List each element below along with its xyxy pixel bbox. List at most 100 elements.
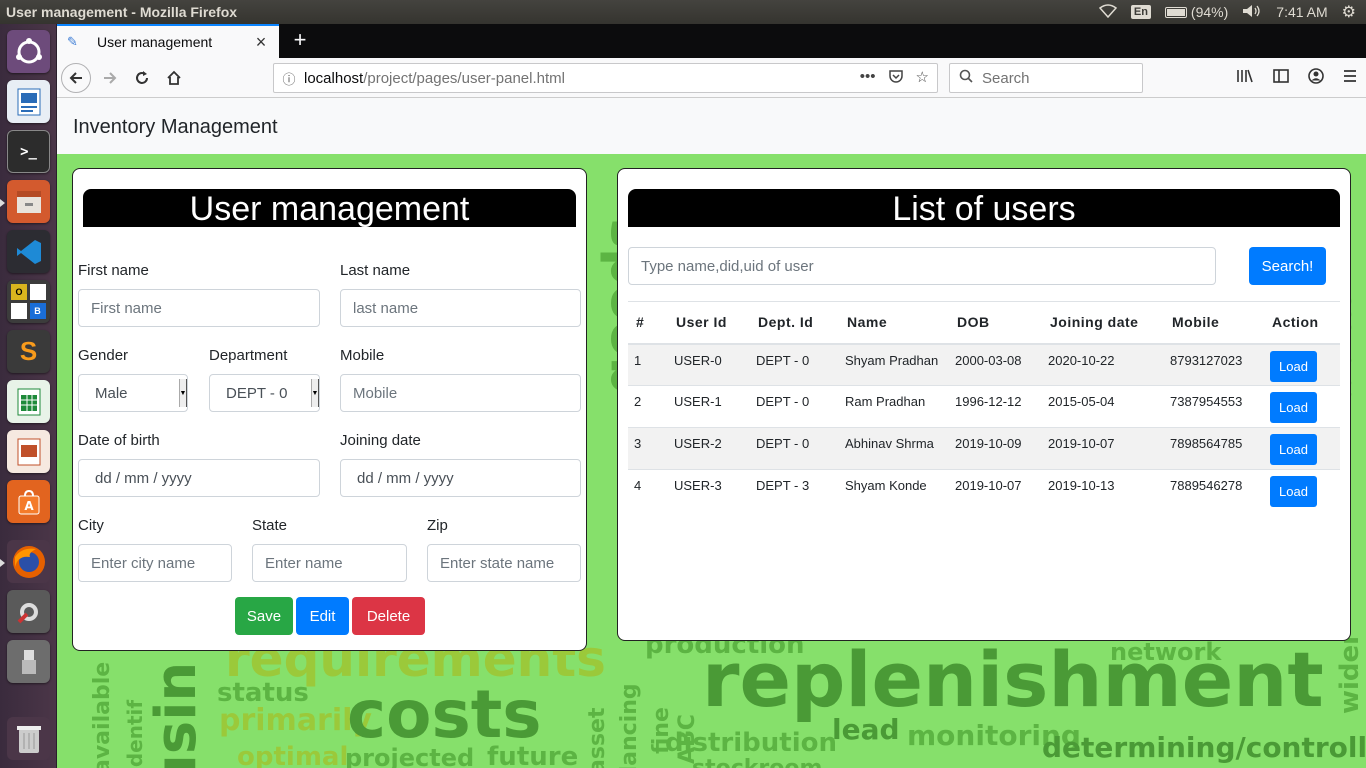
cell-dob: 1996-12-12 <box>949 385 1042 428</box>
usb-icon[interactable] <box>7 640 50 683</box>
menu-hamburger-icon[interactable] <box>1342 68 1358 89</box>
battery-indicator[interactable]: (94%) <box>1164 4 1228 20</box>
page-actions-icon[interactable]: ••• <box>860 68 876 88</box>
ubuntu-launcher: >_ O B S A <box>0 24 57 768</box>
user-list-card: List of users Type name,did,uid of user … <box>617 168 1351 641</box>
save-button[interactable]: Save <box>235 597 293 635</box>
bg-word: network <box>1110 638 1222 666</box>
joining-date-input[interactable]: dd / mm / yyyy <box>340 459 581 497</box>
account-icon[interactable] <box>1308 67 1324 89</box>
cell-dob: 2000-03-08 <box>949 343 1042 386</box>
zip-input[interactable]: Enter state name <box>427 544 581 582</box>
department-label: Department <box>209 347 288 364</box>
bg-word: identif <box>123 699 147 768</box>
address-bar[interactable]: ⓘ localhost/project/pages/user-panel.htm… <box>273 63 938 93</box>
load-button[interactable]: Load <box>1270 476 1317 507</box>
last-name-input[interactable]: last name <box>340 289 581 327</box>
department-select[interactable]: DEPT - 0 ▼ <box>209 374 320 412</box>
vscode-icon[interactable] <box>7 230 50 273</box>
bg-word: costs <box>347 676 542 753</box>
cell-user-id: USER-0 <box>668 343 750 386</box>
navbar-brand[interactable]: Inventory Management <box>73 116 278 139</box>
files-icon[interactable] <box>7 180 50 223</box>
cell-dob: 2019-10-07 <box>949 469 1042 512</box>
settings-gear-icon[interactable]: ⚙ <box>1342 2 1356 22</box>
table-header-row: # User Id Dept. Id Name DOB Joining date… <box>628 301 1340 345</box>
load-button[interactable]: Load <box>1270 350 1317 382</box>
table-row: 1 USER-0 DEPT - 0 Shyam Pradhan 2000-03-… <box>628 343 1340 386</box>
reload-icon[interactable] <box>127 63 157 93</box>
forward-arrow-icon[interactable] <box>95 63 125 93</box>
library-icon[interactable] <box>1236 68 1254 89</box>
volume-icon[interactable] <box>1242 4 1262 21</box>
dob-input[interactable]: dd / mm / yyyy <box>78 459 320 497</box>
cell-joining-date: 2020-10-22 <box>1042 343 1164 386</box>
firefox-icon[interactable] <box>7 540 50 583</box>
bg-word: projected <box>345 744 475 768</box>
site-info-icon[interactable]: ⓘ <box>274 69 304 88</box>
svg-text:A: A <box>24 499 34 513</box>
column-header: # <box>628 301 668 345</box>
settings-icon[interactable] <box>7 590 50 633</box>
city-input[interactable]: Enter city name <box>78 544 232 582</box>
terminal-icon[interactable]: >_ <box>7 130 50 173</box>
system-tray: En (94%) 7:41 AM ⚙ <box>1098 2 1366 22</box>
new-tab-plus-icon[interactable]: + <box>287 28 313 54</box>
ubuntu-icon[interactable] <box>7 30 50 73</box>
trash-icon[interactable] <box>7 717 50 760</box>
bookmark-star-icon[interactable]: ☆ <box>916 68 929 88</box>
cell-joining-date: 2015-05-04 <box>1042 385 1164 428</box>
pocket-icon[interactable] <box>888 68 904 88</box>
dropdown-arrow-icon: ▼ <box>179 379 187 407</box>
toolbar-right <box>1236 63 1358 93</box>
browser-search-bar[interactable]: Search <box>949 63 1143 93</box>
zip-label: Zip <box>427 517 448 534</box>
battery-icon <box>1164 6 1187 18</box>
sidebar-icon[interactable] <box>1272 68 1290 89</box>
close-tab-icon[interactable]: × <box>251 32 271 53</box>
wifi-icon[interactable] <box>1098 3 1117 21</box>
gender-select[interactable]: Male ▼ <box>78 374 188 412</box>
cell-name: Shyam Konde <box>839 469 949 512</box>
first-name-input[interactable]: First name <box>78 289 320 327</box>
user-search-input[interactable]: Type name,did,uid of user <box>628 247 1216 285</box>
column-header: Joining date <box>1042 301 1164 345</box>
url-path: /project/pages/user-panel.html <box>363 69 565 87</box>
cell-dept-id: DEPT - 3 <box>750 469 839 512</box>
table-row: 3 USER-2 DEPT - 0 Abhinav Shrma 2019-10-… <box>628 427 1340 470</box>
state-input[interactable]: Enter name <box>252 544 407 582</box>
writer-icon[interactable] <box>7 80 50 123</box>
bg-word: usin <box>144 661 209 768</box>
search-users-button[interactable]: Search! <box>1249 247 1326 285</box>
office-icon[interactable]: O B <box>7 280 50 323</box>
last-name-label: Last name <box>340 262 411 279</box>
delete-button[interactable]: Delete <box>352 597 425 635</box>
cell-joining-date: 2019-10-13 <box>1042 469 1164 512</box>
cell-mobile: 7387954553 <box>1164 385 1264 428</box>
cell-mobile: 7889546278 <box>1164 469 1264 512</box>
cell-user-id: USER-1 <box>668 385 750 428</box>
clock[interactable]: 7:41 AM <box>1276 4 1327 20</box>
list-title: List of users <box>628 189 1340 228</box>
dropdown-arrow-icon: ▼ <box>311 379 319 407</box>
impress-icon[interactable] <box>7 430 50 473</box>
url-host: localhost <box>304 69 364 87</box>
sublime-icon[interactable]: S <box>7 330 50 373</box>
tab-user-management[interactable]: ✎ User management × <box>57 24 279 58</box>
cell-user-id: USER-3 <box>668 469 750 512</box>
software-center-icon[interactable]: A <box>7 480 50 523</box>
cell-mobile: 8793127023 <box>1164 343 1264 386</box>
back-arrow-icon[interactable] <box>61 63 91 93</box>
dob-label: Date of birth <box>78 432 160 449</box>
edit-button[interactable]: Edit <box>296 597 349 635</box>
bg-word: balancing <box>617 683 642 768</box>
calc-icon[interactable] <box>7 380 50 423</box>
keyboard-language-indicator[interactable]: En <box>1130 5 1151 19</box>
load-button[interactable]: Load <box>1270 392 1317 423</box>
cell-num: 1 <box>628 343 668 386</box>
home-icon[interactable] <box>159 63 189 93</box>
mobile-input[interactable]: Mobile <box>340 374 581 412</box>
cell-name: Shyam Pradhan <box>839 343 949 386</box>
bg-word: asset <box>585 707 610 768</box>
load-button[interactable]: Load <box>1270 434 1317 465</box>
